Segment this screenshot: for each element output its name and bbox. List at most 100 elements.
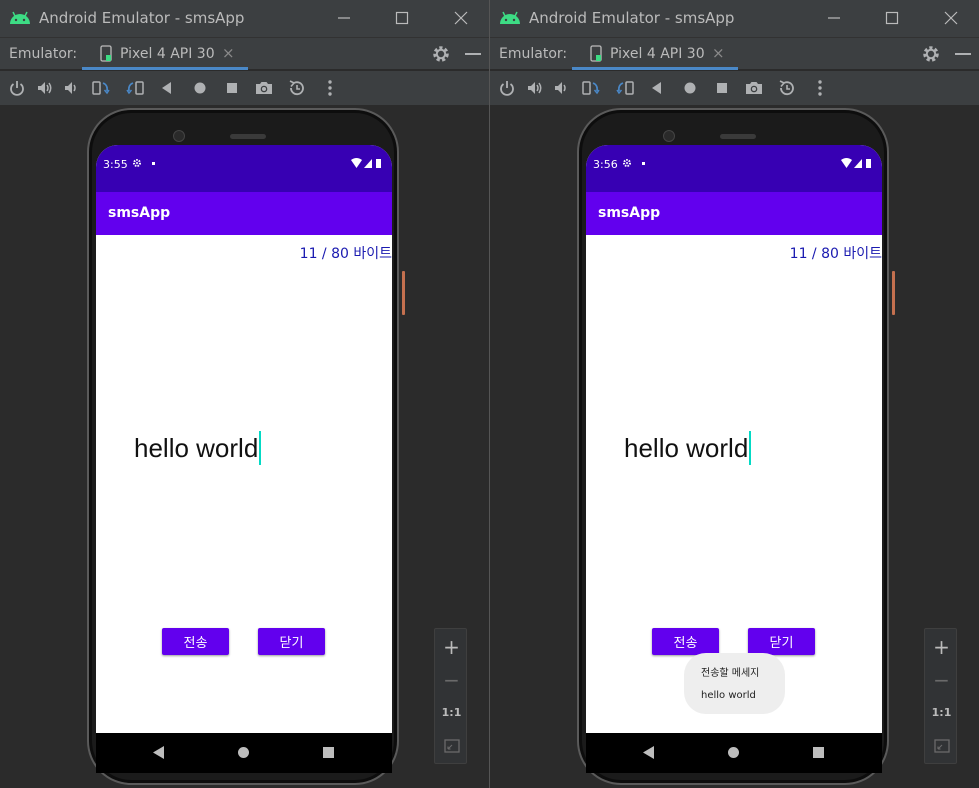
title-bar: Android Emulator - smsApp <box>0 0 489 37</box>
phone-screen[interactable]: 3:55 smsApp 11 / 80 바이트 hello world 전송 닫… <box>96 145 392 773</box>
hide-panel-icon[interactable] <box>465 53 481 55</box>
app-toolbar: smsApp <box>96 192 392 235</box>
emulator-label: Emulator: <box>9 46 78 62</box>
close-button[interactable]: 닫기 <box>748 628 815 655</box>
app-title: smsApp <box>108 205 171 221</box>
wifi-icon <box>841 158 852 168</box>
status-icons <box>841 158 871 168</box>
volume-down-icon[interactable] <box>552 78 572 98</box>
tab-bar: Emulator: Pixel 4 API 30 × <box>0 37 489 70</box>
close-icon[interactable] <box>451 8 471 28</box>
status-icons <box>351 158 381 168</box>
toast-title: 전송할 메세지 <box>701 668 760 679</box>
side-power-button[interactable] <box>892 271 895 315</box>
rotate-right-icon[interactable] <box>125 78 145 98</box>
zoom-actual-size-button[interactable]: 1:1 <box>435 696 468 729</box>
android-logo-icon <box>500 11 520 24</box>
zoom-fit-button[interactable] <box>925 729 958 762</box>
volume-up-icon[interactable] <box>35 78 55 98</box>
phone-frame: 3:55 smsApp 11 / 80 바이트 hello world 전송 닫… <box>84 105 405 788</box>
byte-counter: 11 / 80 바이트 <box>789 246 882 262</box>
emulator-toolbar <box>0 71 489 105</box>
status-time: 3:56 <box>593 158 618 171</box>
tab-close-icon[interactable]: × <box>712 44 725 62</box>
status-bar: 3:56 <box>586 145 882 192</box>
nav-back-icon[interactable] <box>153 746 165 759</box>
nav-home-icon[interactable] <box>728 747 739 758</box>
title-bar: Android Emulator - smsApp <box>490 0 979 37</box>
volume-down-icon[interactable] <box>62 78 82 98</box>
back-icon[interactable] <box>647 78 667 98</box>
device-tab[interactable]: Pixel 4 API 30 × <box>572 38 738 70</box>
emulator-toolbar <box>490 71 979 105</box>
zoom-in-button[interactable]: + <box>925 630 958 663</box>
more-vertical-icon[interactable] <box>810 78 830 98</box>
screenshot-camera-icon[interactable] <box>254 78 274 98</box>
nav-recents-icon[interactable] <box>323 747 334 758</box>
nav-bar <box>586 733 882 773</box>
volume-up-icon[interactable] <box>525 78 545 98</box>
hide-panel-icon[interactable] <box>955 53 971 55</box>
notification-dot <box>642 162 645 165</box>
app-content: 11 / 80 바이트 hello world 전송 닫기 <box>96 235 392 733</box>
close-button[interactable]: 닫기 <box>258 628 325 655</box>
device-tab[interactable]: Pixel 4 API 30 × <box>82 38 248 70</box>
emulator-display-area: 3:55 smsApp 11 / 80 바이트 hello world 전송 닫… <box>0 105 489 788</box>
back-icon[interactable] <box>157 78 177 98</box>
minimize-icon[interactable] <box>334 8 354 28</box>
snapshot-icon[interactable] <box>287 78 307 98</box>
app-content: 11 / 80 바이트 hello world 전송 닫기 전송할 메세지 he… <box>586 235 882 733</box>
screenshot-camera-icon[interactable] <box>744 78 764 98</box>
window-title: Android Emulator - smsApp <box>529 9 735 27</box>
signal-icon <box>364 159 372 168</box>
byte-counter: 11 / 80 바이트 <box>299 246 392 262</box>
snapshot-icon[interactable] <box>777 78 797 98</box>
rotate-left-icon[interactable] <box>91 78 111 98</box>
maximize-icon[interactable] <box>882 8 902 28</box>
nav-back-icon[interactable] <box>643 746 655 759</box>
message-input[interactable]: hello world <box>624 431 752 465</box>
side-power-button[interactable] <box>402 271 405 315</box>
status-time: 3:55 <box>103 158 128 171</box>
minimize-icon[interactable] <box>824 8 844 28</box>
app-title: smsApp <box>598 205 661 221</box>
message-input[interactable]: hello world <box>134 431 262 465</box>
emulator-window-right: Android Emulator - smsApp Emulator: Pixe… <box>490 0 979 788</box>
emulator-label: Emulator: <box>499 46 568 62</box>
front-camera <box>173 130 185 142</box>
zoom-in-button[interactable]: + <box>435 630 468 663</box>
rotate-right-icon[interactable] <box>615 78 635 98</box>
earpiece <box>720 134 756 139</box>
battery-icon <box>376 159 381 168</box>
nav-home-icon[interactable] <box>238 747 249 758</box>
maximize-icon[interactable] <box>392 8 412 28</box>
power-icon[interactable] <box>7 78 27 98</box>
overview-icon[interactable] <box>712 78 732 98</box>
zoom-actual-size-button[interactable]: 1:1 <box>925 696 958 729</box>
tab-close-icon[interactable]: × <box>222 44 235 62</box>
emulator-window-left: Android Emulator - smsApp Emulator: Pixe… <box>0 0 489 788</box>
home-icon[interactable] <box>680 78 700 98</box>
rotate-left-icon[interactable] <box>581 78 601 98</box>
nav-recents-icon[interactable] <box>813 747 824 758</box>
power-icon[interactable] <box>497 78 517 98</box>
more-vertical-icon[interactable] <box>320 78 340 98</box>
close-icon[interactable] <box>941 8 961 28</box>
zoom-out-button[interactable]: − <box>435 663 468 696</box>
phone-screen[interactable]: 3:56 smsApp 11 / 80 바이트 hello world 전송 닫… <box>586 145 882 773</box>
overview-icon[interactable] <box>222 78 242 98</box>
zoom-out-button[interactable]: − <box>925 663 958 696</box>
notification-dot <box>152 162 155 165</box>
settings-gear-icon[interactable] <box>431 44 451 64</box>
home-icon[interactable] <box>190 78 210 98</box>
send-button[interactable]: 전송 <box>162 628 229 655</box>
settings-gear-icon[interactable] <box>921 44 941 64</box>
zoom-fit-button[interactable] <box>435 729 468 762</box>
status-bar: 3:55 <box>96 145 392 192</box>
settings-icon <box>133 159 141 167</box>
window-title: Android Emulator - smsApp <box>39 9 245 27</box>
android-logo-icon <box>10 11 30 24</box>
message-text: hello world <box>624 433 749 463</box>
send-button[interactable]: 전송 <box>652 628 719 655</box>
toast-body: hello world <box>701 690 756 701</box>
